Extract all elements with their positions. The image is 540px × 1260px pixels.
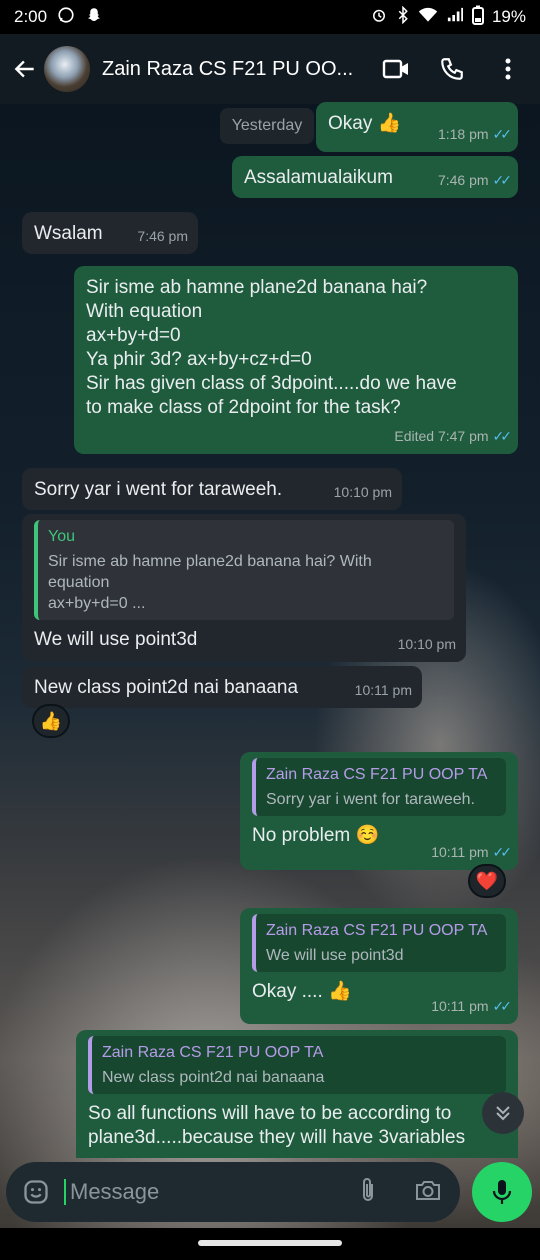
home-indicator[interactable] <box>198 1240 342 1246</box>
quote-line: Sir isme ab hamne plane2d banana hai? Wi… <box>48 553 372 570</box>
status-time: 2:00 <box>14 7 48 26</box>
read-receipt-icon: ✓✓ <box>492 998 513 1014</box>
message-time: 1:18 pm <box>437 126 489 142</box>
quote-author: Zain Raza CS F21 PU OOP TA <box>266 766 488 783</box>
quoted-message[interactable]: Zain Raza CS F21 PU OOP TA Sorry yar i w… <box>252 758 506 816</box>
message-text: Assalamualaikum <box>244 167 393 188</box>
microphone-icon <box>492 1180 512 1204</box>
message-time: 10:11 pm <box>354 682 412 698</box>
quote-text: New class point2d nai banaana <box>102 1069 325 1086</box>
quote-text: Sorry yar i went for taraweeh. <box>266 791 475 808</box>
battery-percentage: 19% <box>491 7 526 26</box>
message-line: So all functions will have to be accordi… <box>88 1103 452 1124</box>
reaction-heart-icon[interactable]: ❤️ <box>468 864 506 898</box>
whatsapp-notification-icon <box>57 6 75 28</box>
status-bar: 2:00 19% <box>0 0 540 34</box>
message-line: ax+by+d=0 <box>86 325 181 346</box>
quoted-message[interactable]: You Sir isme ab hamne plane2d banana hai… <box>34 520 454 620</box>
message-line: Sir has given class of 3dpoint.....do we… <box>86 373 457 394</box>
message-time: Edited 7:47 pm <box>394 428 489 444</box>
message-incoming[interactable]: Sorry yar i went for taraweeh. 10:10 pm <box>22 468 402 510</box>
message-text: Okay .... 👍 <box>252 981 352 1002</box>
read-receipt-icon: ✓✓ <box>492 172 513 188</box>
emoji-sticker-icon[interactable] <box>20 1176 52 1208</box>
message-input[interactable] <box>64 1179 334 1205</box>
quote-line: equation <box>48 574 110 591</box>
message-outgoing[interactable]: Zain Raza CS F21 PU OOP TA Sorry yar i w… <box>240 752 518 870</box>
message-time: 7:46 pm <box>437 172 489 188</box>
message-time: 10:10 pm <box>333 484 392 500</box>
double-chevron-down-icon <box>496 1106 510 1121</box>
message-text: No problem ☺️ <box>252 825 380 846</box>
voice-call-icon[interactable] <box>436 53 468 85</box>
message-line: plane3d.....because they will have 3vari… <box>88 1127 466 1148</box>
back-arrow-icon[interactable] <box>10 54 40 84</box>
more-options-icon[interactable] <box>492 53 524 85</box>
wifi-icon <box>418 7 438 27</box>
quoted-message[interactable]: Zain Raza CS F21 PU OOP TA We will use p… <box>252 914 506 972</box>
bluetooth-icon <box>396 5 410 28</box>
camera-icon[interactable] <box>414 1178 442 1207</box>
message-outgoing[interactable]: Assalamualaikum 7:46 pm ✓✓ <box>232 156 518 198</box>
message-text: We will use point3d <box>34 629 198 650</box>
message-line: With equation <box>86 301 203 322</box>
message-text: Sorry yar i went for taraweeh. <box>34 479 283 500</box>
quote-line: ax+by+d=0 ... <box>48 595 146 612</box>
attach-paperclip-icon[interactable] <box>356 1176 380 1209</box>
quote-author: Zain Raza CS F21 PU OOP TA <box>102 1044 324 1061</box>
message-incoming[interactable]: Wsalam 7:46 pm <box>22 212 198 254</box>
contact-avatar[interactable] <box>44 46 90 92</box>
message-outgoing[interactable]: Zain Raza CS F21 PU OOP TA New class poi… <box>76 1030 518 1158</box>
read-receipt-icon: ✓✓ <box>492 844 513 860</box>
message-text: New class point2d nai banaana <box>34 677 299 698</box>
message-text: Okay 👍 <box>328 113 402 134</box>
message-incoming[interactable]: You Sir isme ab hamne plane2d banana hai… <box>22 514 466 662</box>
quote-author: Zain Raza CS F21 PU OOP TA <box>266 922 488 939</box>
message-text: Wsalam <box>34 223 103 244</box>
quoted-message[interactable]: Zain Raza CS F21 PU OOP TA New class poi… <box>88 1036 506 1094</box>
quote-author: You <box>48 528 75 545</box>
video-call-icon[interactable] <box>380 53 412 85</box>
message-composer <box>6 1162 460 1222</box>
reaction-thumbs-up-icon[interactable]: 👍 <box>32 704 70 738</box>
quote-text: We will use point3d <box>266 947 404 964</box>
message-outgoing[interactable]: Zain Raza CS F21 PU OOP TA We will use p… <box>240 908 518 1024</box>
signal-icon <box>446 7 464 27</box>
chat-header: Zain Raza CS F21 PU OO... <box>0 34 540 104</box>
read-receipt-icon: ✓✓ <box>492 428 513 444</box>
message-line: Sir isme ab hamne plane2d banana hai? <box>86 277 428 298</box>
message-time: 7:46 pm <box>137 228 188 244</box>
voice-message-button[interactable] <box>472 1162 532 1222</box>
message-line: Ya phir 3d? ax+by+cz+d=0 <box>86 349 312 370</box>
snapchat-notification-icon <box>85 6 103 28</box>
read-receipt-icon: ✓✓ <box>492 126 513 142</box>
message-time: 10:11 pm <box>431 998 489 1014</box>
scroll-to-bottom-button[interactable] <box>482 1092 524 1134</box>
message-time: 10:10 pm <box>397 636 456 652</box>
contact-name[interactable]: Zain Raza CS F21 PU OO... <box>102 58 364 81</box>
message-time: 10:11 pm <box>431 844 489 860</box>
message-incoming[interactable]: New class point2d nai banaana 10:11 pm <box>22 666 422 708</box>
alarm-icon <box>370 6 388 28</box>
date-chip: Yesterday <box>220 108 314 144</box>
battery-icon <box>471 5 484 29</box>
message-outgoing[interactable]: Sir isme ab hamne plane2d banana hai? Wi… <box>74 266 518 454</box>
message-line: to make class of 2dpoint for the task? <box>86 397 401 418</box>
message-outgoing[interactable]: Okay 👍 1:18 pm ✓✓ <box>316 102 518 152</box>
